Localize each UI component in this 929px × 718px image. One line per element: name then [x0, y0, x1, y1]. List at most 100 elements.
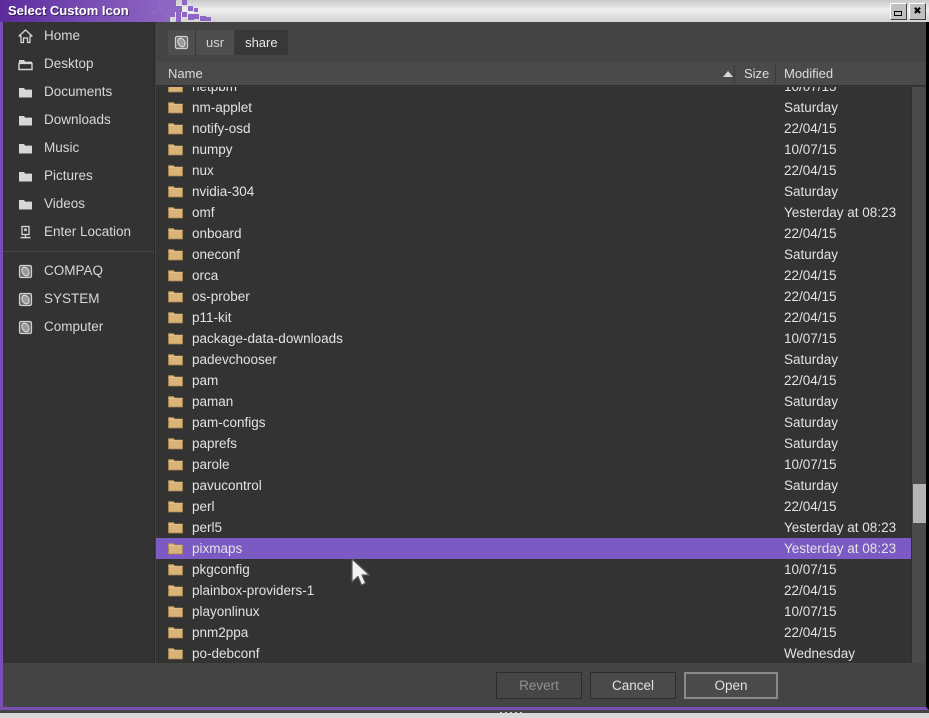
table-row[interactable]: pamanSaturday	[156, 391, 911, 412]
drive-icon	[17, 263, 34, 280]
file-name: perl5	[192, 517, 222, 538]
file-name: paman	[192, 391, 233, 412]
places-sidebar[interactable]: HomeDesktopDocumentsDownloadsMusicPictur…	[3, 22, 155, 663]
path-bar: usrshare	[156, 22, 926, 62]
table-row[interactable]: paprefsSaturday	[156, 433, 911, 454]
drive-icon	[17, 291, 34, 308]
breadcrumb-root-button[interactable]	[168, 30, 196, 55]
column-header-name[interactable]: Name	[168, 62, 203, 86]
folder-icon	[168, 584, 183, 597]
file-list[interactable]: netpbm10/07/15nm-appletSaturdaynotify-os…	[156, 87, 911, 663]
title-bar[interactable]: Select Custom Icon ✖	[0, 0, 929, 22]
open-button[interactable]: Open	[684, 672, 778, 699]
file-name: paprefs	[192, 433, 237, 454]
folder-icon	[168, 143, 183, 156]
sidebar-item-compaq[interactable]: COMPAQ	[3, 257, 154, 285]
table-row[interactable]: po-debconfWednesday	[156, 643, 911, 663]
file-name: orca	[192, 265, 218, 286]
table-row[interactable]: omfYesterday at 08:23	[156, 202, 911, 223]
table-row[interactable]: perl5 Yesterday at 08:23	[156, 517, 911, 538]
folder-icon	[17, 196, 34, 213]
sidebar-item-desktop[interactable]: Desktop	[3, 50, 154, 78]
revert-button[interactable]: Revert	[496, 672, 582, 699]
table-row[interactable]: plainbox-providers-122/04/15	[156, 580, 911, 601]
title-dither-block	[206, 17, 211, 21]
column-header-size[interactable]: Size	[744, 62, 769, 86]
table-row[interactable]: pixmapsYesterday at 08:23	[156, 538, 911, 559]
window-title: Select Custom Icon	[8, 0, 129, 22]
table-row[interactable]: pnm2ppa22/04/15	[156, 622, 911, 643]
table-row[interactable]: parole10/07/15	[156, 454, 911, 475]
table-row[interactable]: pam22/04/15	[156, 370, 911, 391]
folder-icon	[168, 248, 183, 261]
folder-icon	[168, 395, 183, 408]
file-name: nm-applet	[192, 97, 252, 118]
sidebar-item-enter-location[interactable]: Enter Location	[3, 218, 154, 246]
folder-icon	[168, 626, 183, 639]
sidebar-item-music[interactable]: Music	[3, 134, 154, 162]
sidebar-item-videos[interactable]: Videos	[3, 190, 154, 218]
file-modified: Yesterday at 08:23	[784, 202, 896, 223]
sidebar-item-computer[interactable]: Computer	[3, 313, 154, 341]
title-dither-block	[188, 6, 193, 11]
minimize-button[interactable]	[890, 3, 907, 20]
file-modified: Saturday	[784, 349, 838, 370]
table-row[interactable]: perl22/04/15	[156, 496, 911, 517]
folder-icon	[168, 87, 183, 93]
close-button[interactable]: ✖	[909, 3, 926, 20]
table-row[interactable]: netpbm10/07/15	[156, 87, 911, 97]
sidebar-item-downloads[interactable]: Downloads	[3, 106, 154, 134]
table-row[interactable]: pkgconfig 10/07/15	[156, 559, 911, 580]
file-name: padevchooser	[192, 349, 277, 370]
table-row[interactable]: nvidia-304Saturday	[156, 181, 911, 202]
file-modified: 10/07/15	[784, 559, 837, 580]
file-modified: 10/07/15	[784, 454, 837, 475]
table-row[interactable]: numpy10/07/15	[156, 139, 911, 160]
folder-icon	[168, 521, 183, 534]
table-row[interactable]: playonlinux10/07/15	[156, 601, 911, 622]
folder-icon	[168, 563, 183, 576]
title-dither-block	[170, 12, 175, 17]
sidebar-item-label: Computer	[44, 313, 103, 341]
table-row[interactable]: onboard22/04/15	[156, 223, 911, 244]
drive-icon	[17, 319, 34, 336]
cancel-button[interactable]: Cancel	[590, 672, 676, 699]
file-modified: Yesterday at 08:23	[784, 517, 896, 538]
table-row[interactable]: pavucontrolSaturday	[156, 475, 911, 496]
folder-icon	[168, 353, 183, 366]
file-name: netpbm	[192, 87, 237, 97]
folder-icon	[168, 437, 183, 450]
table-row[interactable]: package-data-downloads10/07/15	[156, 328, 911, 349]
table-row[interactable]: nm-appletSaturday	[156, 97, 911, 118]
folder-icon	[168, 290, 183, 303]
sidebar-item-documents[interactable]: Documents	[3, 78, 154, 106]
column-divider	[775, 65, 776, 83]
table-row[interactable]: nux22/04/15	[156, 160, 911, 181]
folder-icon	[17, 140, 34, 157]
minimize-icon	[894, 11, 902, 16]
file-chooser-dialog: Select Custom Icon ✖ HomeDesktopDocument…	[0, 0, 929, 718]
table-row[interactable]: os-prober22/04/15	[156, 286, 911, 307]
column-divider	[734, 65, 735, 83]
sidebar-item-home[interactable]: Home	[3, 22, 154, 50]
column-header-modified[interactable]: Modified	[784, 62, 833, 86]
sidebar-item-system[interactable]: SYSTEM	[3, 285, 154, 313]
table-row[interactable]: p11-kit22/04/15	[156, 307, 911, 328]
table-row[interactable]: notify-osd22/04/15	[156, 118, 911, 139]
breadcrumb-usr[interactable]: usr	[196, 30, 235, 55]
file-name: plainbox-providers-1	[192, 580, 314, 601]
table-row[interactable]: pam-configsSaturday	[156, 412, 911, 433]
table-row[interactable]: oneconfSaturday	[156, 244, 911, 265]
file-modified: 22/04/15	[784, 118, 837, 139]
sidebar-item-pictures[interactable]: Pictures	[3, 162, 154, 190]
file-modified: 22/04/15	[784, 370, 837, 391]
file-modified: Saturday	[784, 244, 838, 265]
file-list-scrollbar[interactable]	[911, 87, 926, 663]
sidebar-devices-list: COMPAQSYSTEMComputer	[3, 257, 154, 341]
table-row[interactable]: padevchooser Saturday	[156, 349, 911, 370]
file-name: pkgconfig	[192, 559, 250, 580]
table-row[interactable]: orca22/04/15	[156, 265, 911, 286]
breadcrumb-share[interactable]: share	[235, 30, 288, 55]
scrollbar-thumb[interactable]	[913, 484, 926, 523]
file-list-rows: netpbm10/07/15nm-appletSaturdaynotify-os…	[156, 87, 911, 663]
